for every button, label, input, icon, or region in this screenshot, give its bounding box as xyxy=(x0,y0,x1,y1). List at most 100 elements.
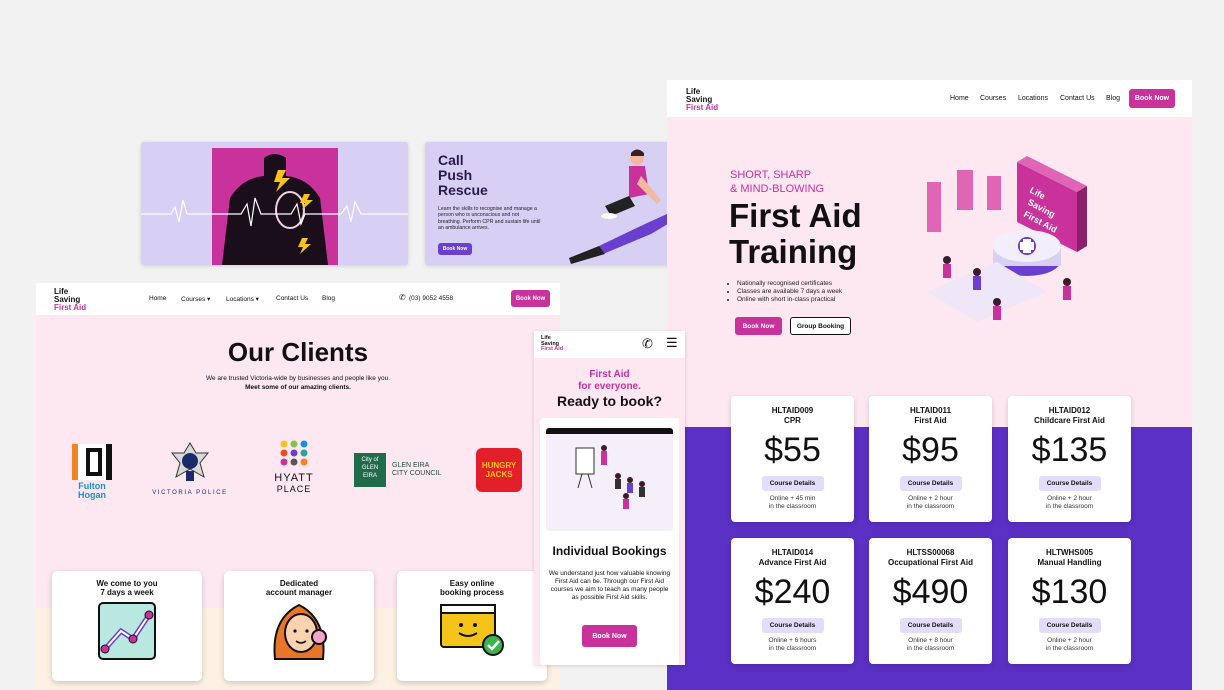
course-card[interactable]: HLTAID014 Advance First Aid $240 Course D… xyxy=(731,538,854,664)
mobile-tagline1: First Aid xyxy=(589,369,630,380)
hogan-text: Hogan xyxy=(78,490,106,500)
clients-subtitle-bold: Meet some of our amazing clients. xyxy=(245,384,351,391)
course-duration: Online + 6 hours xyxy=(768,637,817,644)
hungry-jacks-logo: HUNGRY JACKS xyxy=(476,448,522,492)
victoria-police-logo: VICTORIA POLICE xyxy=(144,441,236,496)
police-badge-icon xyxy=(170,442,210,481)
account-manager-icon xyxy=(273,603,327,660)
nav-book-button[interactable]: Book Now xyxy=(511,290,550,307)
call-push-rescue-banner: Call Push Rescue Learn the skills to rec… xyxy=(425,142,691,265)
course-duration: Online + 8 hour xyxy=(908,637,953,644)
nav-blog[interactable]: Blog xyxy=(1106,95,1120,102)
course-details-button[interactable]: Course Details xyxy=(899,618,962,633)
course-details-button[interactable]: Course Details xyxy=(899,476,962,491)
phone-icon[interactable]: ✆ xyxy=(642,336,653,352)
title-line2: Training xyxy=(729,233,858,270)
course-name: CPR xyxy=(784,416,801,425)
bullet-item: Classes are available 7 days a week xyxy=(737,288,842,296)
heartbeat-line xyxy=(141,197,408,227)
banner-line-call: Call xyxy=(438,152,464,168)
nav-contact[interactable]: Contact Us xyxy=(1060,95,1095,102)
course-duration: Online + 2 hour xyxy=(908,495,953,502)
bullet-item: Online with short in-class practical xyxy=(737,296,842,304)
site-logo[interactable]: Life Saving First Aid xyxy=(541,335,563,353)
feature-title-line1: Dedicated xyxy=(279,579,319,588)
feature-card: Dedicated account manager xyxy=(224,571,374,681)
logo-line3: First Aid xyxy=(686,103,719,112)
page-title: First Aid Training xyxy=(729,198,862,270)
tagline-line1: SHORT, SHARP xyxy=(730,169,812,181)
course-card[interactable]: HLTAID009 CPR $55 Course Details Online +… xyxy=(731,396,854,522)
badge-text-1: City of xyxy=(361,457,379,463)
glen-eira-badge: City of GLEN EIRA xyxy=(354,453,386,487)
course-card[interactable]: HLTWHS005 Manual Handling $130 Course Det… xyxy=(1008,538,1131,664)
phone-number[interactable]: (03) 9052 4558 xyxy=(409,295,453,302)
nav-book-button[interactable]: Book Now xyxy=(1129,89,1175,108)
nav-locations[interactable]: Locations ▾ xyxy=(226,295,259,303)
feature-title-line2: 7 days a week xyxy=(100,588,154,597)
booking-card: Individual Bookings We understand just h… xyxy=(540,418,679,665)
feature-title-line2: account manager xyxy=(265,588,333,597)
course-card[interactable]: HLTAID012 Childcare First Aid $135 Course… xyxy=(1008,396,1131,522)
nav-locations[interactable]: Locations xyxy=(1018,95,1048,102)
menu-icon[interactable]: ☰ xyxy=(666,335,678,351)
victoria-police-text: VICTORIA POLICE xyxy=(152,490,228,496)
course-card[interactable]: HLTAID011 First Aid $95 Course Details On… xyxy=(869,396,992,522)
course-price: $135 xyxy=(1031,431,1108,469)
mobile-book-button[interactable]: Book Now xyxy=(582,625,637,647)
feature-card: Easy online booking process xyxy=(397,571,547,681)
banner-text: Learn the skills to recognise and manage… xyxy=(438,206,541,231)
course-details-button[interactable]: Course Details xyxy=(1038,618,1101,633)
course-code: HLTAID012 xyxy=(1048,406,1091,415)
feature-title-line1: We come to you xyxy=(96,579,158,588)
nav-home[interactable]: Home xyxy=(950,95,969,102)
feature-card: We come to you 7 days a week xyxy=(52,571,202,681)
course-location: in the classroom xyxy=(906,502,955,510)
course-card[interactable]: HLTSS00068 Occupational First Aid $490 Co… xyxy=(869,538,992,664)
course-duration: Online + 2 hour xyxy=(1047,495,1092,502)
hyatt-place-logo: HYATT PLACE xyxy=(264,440,324,494)
badge-text-2: GLEN xyxy=(361,465,379,471)
phone-icon[interactable]: ✆ xyxy=(399,293,406,302)
course-code: HLTWHS005 xyxy=(1046,548,1093,557)
glen-eira-text: GLEN EIRA xyxy=(392,462,430,469)
banner-book-button[interactable]: Book Now xyxy=(438,243,472,255)
group-booking-button[interactable]: Group Booking xyxy=(790,317,851,335)
top-nav: Life Saving First Aid Home Courses ▾ Loc… xyxy=(36,283,560,315)
course-duration: Online + 45 min xyxy=(769,495,816,502)
mobile-page: Life Saving First Aid ✆ ☰ First Aid for … xyxy=(534,331,685,665)
course-price: $490 xyxy=(892,573,969,611)
nav-blog[interactable]: Blog xyxy=(322,295,335,302)
feature-title-line1: Easy online xyxy=(449,579,495,588)
mobile-tagline2: for everyone. xyxy=(578,381,641,392)
title-line1: First Aid xyxy=(729,197,862,234)
course-price: $130 xyxy=(1031,573,1108,611)
hero-book-button[interactable]: Book Now xyxy=(735,317,782,335)
course-location: in the classroom xyxy=(768,644,817,652)
fulton-hogan-logo: Fulton Hogan xyxy=(72,444,112,500)
nav-home[interactable]: Home xyxy=(149,295,166,302)
course-details-button[interactable]: Course Details xyxy=(1038,476,1101,491)
nav-courses[interactable]: Courses xyxy=(980,95,1006,102)
course-details-button[interactable]: Course Details xyxy=(761,476,824,491)
course-code: HLTAID009 xyxy=(771,406,814,415)
mobile-title: Ready to book? xyxy=(556,393,662,409)
course-price: $95 xyxy=(902,431,959,469)
hungry-text: HUNGRY xyxy=(481,461,517,470)
nav-courses[interactable]: Courses ▾ xyxy=(181,295,210,303)
course-details-button[interactable]: Course Details xyxy=(761,618,824,633)
site-logo[interactable]: Life Saving First Aid xyxy=(54,288,86,312)
site-logo[interactable]: Life Saving First Aid xyxy=(686,88,718,112)
jacks-text: JACKS xyxy=(485,470,513,479)
individual-bookings-heading: Individual Bookings xyxy=(552,544,667,558)
place-text: PLACE xyxy=(276,484,312,494)
first-aid-kit-illustration: Life Saving First Aid xyxy=(927,156,1087,322)
browser-mockup xyxy=(546,428,673,531)
course-price: $240 xyxy=(754,573,831,611)
course-location: in the classroom xyxy=(768,502,817,510)
course-name: Childcare First Aid xyxy=(1034,416,1105,425)
top-nav: Life Saving First Aid Home Courses Locat… xyxy=(667,80,1192,117)
course-location: in the classroom xyxy=(1045,644,1094,652)
logo-line3: First Aid xyxy=(54,303,87,312)
nav-contact[interactable]: Contact Us xyxy=(276,295,308,302)
